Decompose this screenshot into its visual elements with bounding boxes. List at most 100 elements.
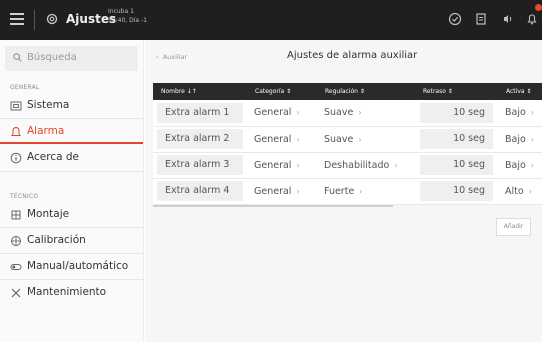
section-tecnico: TÉCNICO [10, 193, 39, 200]
delay-field[interactable]: 10 seg [420, 102, 493, 123]
tools-icon [11, 288, 21, 298]
sidebar-item-label: Sistema [27, 99, 70, 111]
sidebar-item-label: Mantenimiento [27, 286, 107, 298]
delay-field[interactable]: 10 seg [420, 155, 493, 175]
regulation-value: Suave [324, 107, 354, 119]
sidebar-item-sistema[interactable]: Sistema [0, 94, 143, 118]
column-header-activa[interactable]: Activa ⇕ [498, 83, 542, 100]
calibration-icon [11, 236, 21, 246]
system-icon [10, 101, 22, 111]
chevron-right-icon: › [358, 134, 362, 144]
regulation-value: Suave [324, 133, 354, 145]
regulation-value: Fuerte [324, 185, 355, 197]
alarm-name-field[interactable]: Extra alarm 1 [157, 102, 243, 123]
column-header-categoria[interactable]: Categoría ⇕ [247, 83, 317, 100]
sidebar-item-montaje[interactable]: Montaje [0, 203, 143, 227]
sidebar-item-alarma[interactable]: Alarma [0, 120, 143, 144]
column-header-retraso[interactable]: Retraso ⇕ [415, 83, 498, 100]
divider [0, 253, 143, 254]
category-select[interactable]: General › [247, 152, 317, 179]
alarm-icon [11, 126, 21, 136]
alarm-table: Nombre ↓↑ Categoría ⇕ Regulación ⇕ Retra… [153, 83, 542, 207]
search-input[interactable]: Búsqueda [5, 46, 138, 71]
divider [0, 118, 143, 119]
category-value: General [254, 107, 292, 119]
bell-icon[interactable] [525, 12, 539, 26]
back-label: Auxiliar [162, 53, 188, 61]
regulation-select[interactable]: Suave › [317, 100, 415, 127]
active-select[interactable]: Alto › [498, 178, 542, 205]
active-value: Bajo [505, 159, 526, 171]
chevron-right-icon: › [296, 160, 300, 170]
section-general: GENERAL [10, 84, 40, 91]
delay-field[interactable]: 10 seg [420, 181, 493, 201]
document-icon[interactable] [474, 12, 488, 26]
divider [34, 10, 35, 30]
sidebar-item-mantenimiento[interactable]: Mantenimiento [0, 281, 143, 305]
chevron-right-icon: › [528, 186, 532, 196]
divider [0, 227, 143, 228]
regulation-select[interactable]: Fuerte › [317, 178, 415, 205]
search-placeholder: Búsqueda [27, 52, 77, 63]
active-value: Alto [505, 185, 524, 197]
sidebar-item-label: Calibración [27, 234, 86, 246]
active-value: Bajo [505, 107, 526, 119]
info-icon [10, 152, 22, 164]
table-row: Extra alarm 4 General › Fuerte › 10 seg Al… [153, 178, 542, 205]
active-select[interactable]: Bajo › [498, 100, 542, 127]
table-row: Extra alarm 1 General › Suave › 10 seg Baj… [153, 100, 542, 127]
chevron-right-icon: › [296, 108, 300, 118]
sidebar-item-acerca-de[interactable]: Acerca de [0, 146, 143, 170]
back-link[interactable]: ‹ Auxiliar [156, 53, 187, 61]
active-select[interactable]: Bajo › [498, 126, 542, 153]
device-time: 12:40, Día -1 [108, 17, 147, 24]
category-value: General [254, 133, 292, 145]
sidebar-item-label: Alarma [27, 125, 65, 137]
category-value: General [254, 159, 292, 171]
horizontal-scrollbar[interactable] [153, 205, 393, 207]
gear-icon [46, 13, 58, 25]
regulation-value: Deshabilitado [324, 159, 390, 171]
category-value: General [254, 185, 292, 197]
chevron-right-icon: › [359, 186, 363, 196]
menu-icon[interactable] [10, 13, 24, 25]
divider [0, 279, 143, 280]
alarm-name-field[interactable]: Extra alarm 2 [157, 129, 243, 149]
sidebar-item-manual-automatico[interactable]: Manual/automático [0, 255, 143, 279]
sidebar-item-calibracion[interactable]: Calibración [0, 229, 143, 253]
category-select[interactable]: General › [247, 178, 317, 205]
regulation-select[interactable]: Deshabilitado › [317, 152, 415, 179]
sidebar: Búsqueda GENERAL Sistema Alarma Acerca d… [0, 40, 144, 342]
chevron-right-icon: › [296, 134, 300, 144]
device-info: Incuba 1 12:40, Día -1 [108, 7, 147, 25]
main-content: ‹ Auxiliar Ajustes de alarma auxiliar No… [145, 40, 542, 342]
sound-icon[interactable] [500, 12, 514, 26]
column-header-regulacion[interactable]: Regulación ⇕ [317, 83, 415, 100]
toggle-icon [10, 264, 22, 270]
chevron-right-icon: › [530, 134, 534, 144]
notification-badge [535, 4, 542, 11]
category-select[interactable]: General › [247, 100, 317, 127]
table-row: Extra alarm 3 General › Deshabilitado › 10… [153, 152, 542, 179]
divider [0, 171, 143, 172]
column-header-nombre[interactable]: Nombre ↓↑ [153, 83, 247, 100]
device-name: Incuba 1 [108, 8, 134, 15]
alarm-name-field[interactable]: Extra alarm 4 [157, 181, 243, 201]
delay-field[interactable]: 10 seg [420, 129, 493, 149]
chevron-right-icon: › [296, 186, 300, 196]
alarm-name-field[interactable]: Extra alarm 3 [157, 155, 243, 175]
active-select[interactable]: Bajo › [498, 152, 542, 179]
chevron-right-icon: › [358, 108, 362, 118]
add-button[interactable]: Añadir [496, 218, 531, 236]
section-title: Ajustes de alarma auxiliar [287, 50, 418, 61]
mounting-icon [11, 210, 21, 220]
regulation-select[interactable]: Suave › [317, 126, 415, 153]
sidebar-item-label: Montaje [27, 208, 70, 220]
table-header-row: Nombre ↓↑ Categoría ⇕ Regulación ⇕ Retra… [153, 83, 542, 100]
category-select[interactable]: General › [247, 126, 317, 153]
search-icon [13, 53, 22, 62]
top-bar: Ajustes Incuba 1 12:40, Día -1 [0, 0, 542, 40]
active-value: Bajo [505, 133, 526, 145]
chevron-right-icon: › [530, 160, 534, 170]
check-circle-icon[interactable] [448, 12, 462, 26]
